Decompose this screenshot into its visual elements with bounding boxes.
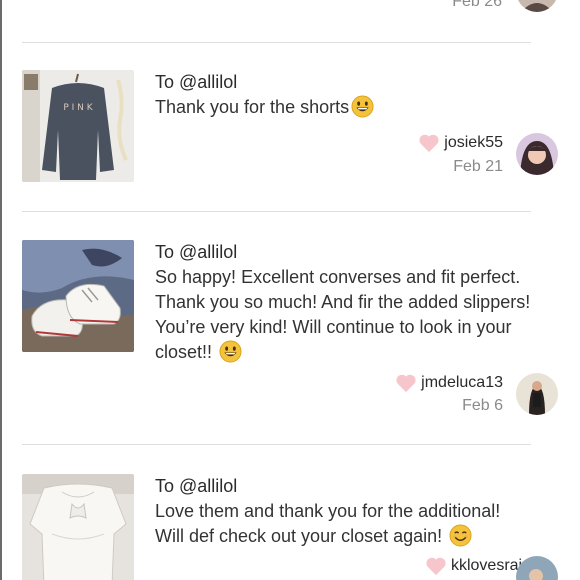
- reviewer-row: josiek55: [418, 133, 503, 153]
- grinning-emoji-icon: [351, 95, 374, 118]
- review-date: Feb 6: [462, 397, 503, 414]
- review-message-line: So happy! Excellent converses and fit pe…: [155, 267, 521, 287]
- review-date: Feb 21: [453, 158, 503, 175]
- review-body: To @allilol Thank you for the shorts: [155, 70, 535, 120]
- recipient-label: To @allilol: [155, 476, 238, 496]
- listing-thumbnail[interactable]: P I N K: [22, 70, 134, 182]
- heart-icon[interactable]: [425, 556, 447, 576]
- review-message-line: Love them and thank you for the addition…: [155, 501, 501, 521]
- recipient-label: To @allilol: [155, 72, 238, 92]
- avatar[interactable]: [516, 0, 558, 12]
- listing-thumbnail[interactable]: [22, 474, 134, 580]
- svg-text:P I N K: P I N K: [63, 103, 93, 113]
- smiling-emoji-icon: [449, 524, 472, 547]
- divider: [22, 42, 531, 43]
- review-message-line: closet!!: [155, 340, 555, 365]
- heart-icon[interactable]: [418, 133, 440, 153]
- review-message: Thank you for the shorts: [155, 95, 535, 120]
- review-date: Feb 26: [452, 0, 502, 10]
- reviewer-username[interactable]: josiek55: [444, 134, 503, 152]
- review-message-line: You’re very kind! Will continue to look …: [155, 317, 512, 337]
- heart-icon[interactable]: [395, 373, 417, 393]
- review-card: P I N K To @allilol Thank you for the sh…: [22, 70, 558, 190]
- review-body: To @allilol So happy! Excellent converse…: [155, 240, 555, 365]
- review-card: To @allilol So happy! Excellent converse…: [22, 240, 558, 420]
- review-message-line: Will def check out your closet again!: [155, 524, 555, 549]
- reviewer-username[interactable]: jmdeluca13: [421, 374, 503, 392]
- grinning-emoji-icon: [219, 340, 242, 363]
- divider: [22, 444, 531, 445]
- divider: [22, 211, 531, 212]
- review-card: To @allilol Love them and thank you for …: [22, 474, 558, 580]
- avatar[interactable]: [516, 373, 558, 415]
- avatar[interactable]: [516, 133, 558, 175]
- recipient-label: To @allilol: [155, 242, 238, 262]
- left-border: [0, 0, 2, 580]
- reviewer-row: jmdeluca13: [395, 373, 503, 393]
- listing-thumbnail[interactable]: [22, 240, 134, 352]
- reviewer-row: kklovesrain: [425, 556, 531, 576]
- review-body: To @allilol Love them and thank you for …: [155, 474, 555, 549]
- review-message-line: Thank you so much! And fir the added sli…: [155, 292, 531, 312]
